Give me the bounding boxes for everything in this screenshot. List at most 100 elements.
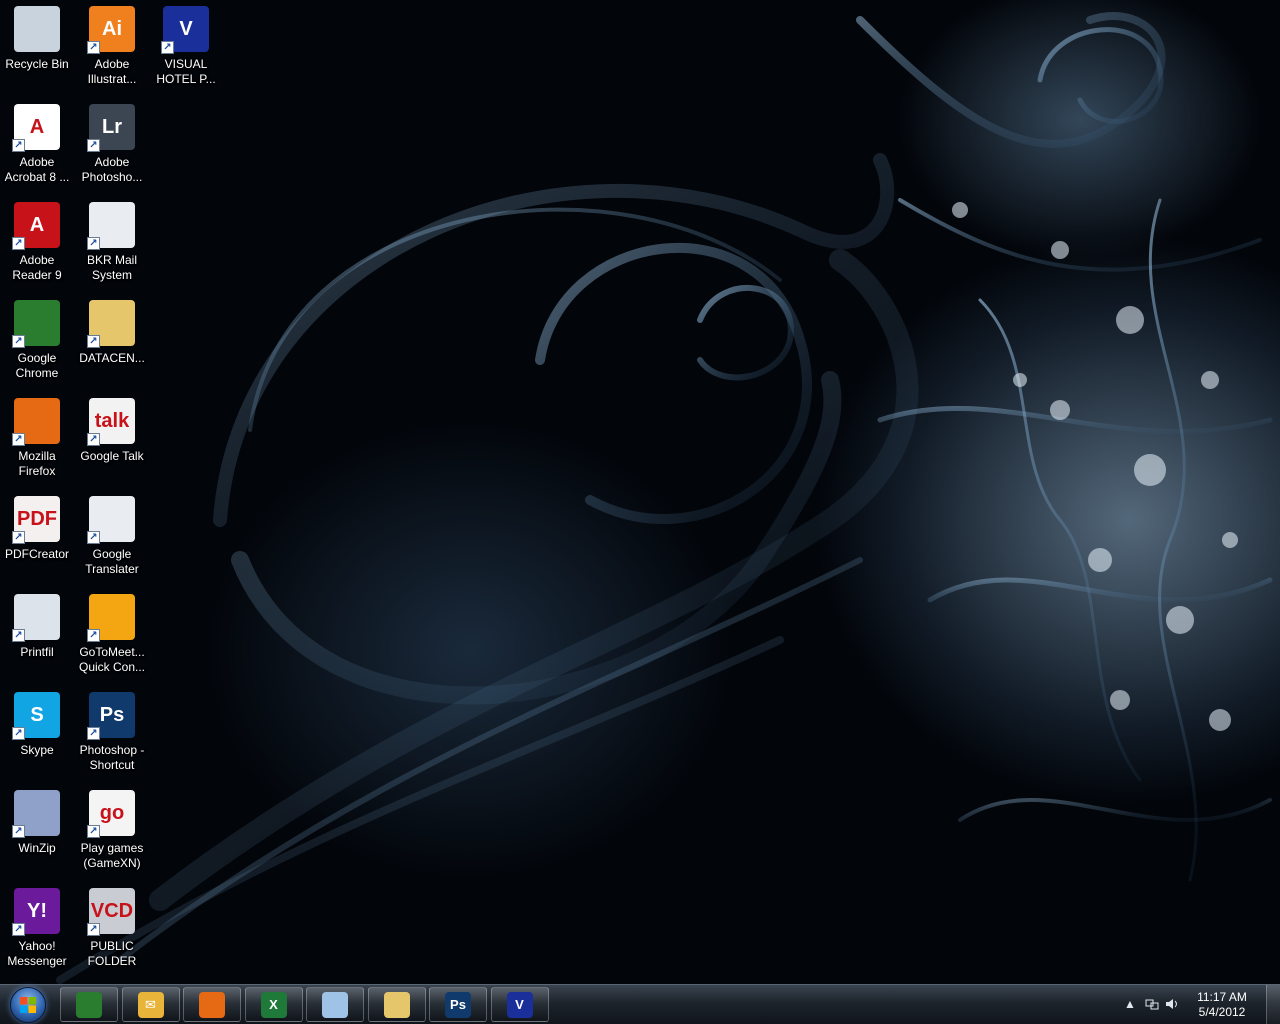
- desktop-icon[interactable]: go ↗ Play games (GameXN): [75, 786, 149, 880]
- show-desktop-button[interactable]: [1266, 985, 1280, 1024]
- adobe-illustrator-icon: Ai ↗: [87, 6, 135, 54]
- photoshop-icon: Ps ↗: [87, 692, 135, 740]
- desktop-icon-label: Mozilla Firefox: [18, 449, 56, 478]
- desktop-icon-label: Adobe Acrobat 8 ...: [4, 155, 70, 184]
- desktop-icon[interactable]: Lr ↗ Adobe Photosho...: [75, 100, 149, 194]
- desktop-icon[interactable]: PDF ↗ PDFCreator: [0, 492, 74, 586]
- desktop-icon-label: Adobe Reader 9: [12, 253, 62, 282]
- icon-glyph: Ai: [102, 17, 122, 40]
- icon-glyph: Y!: [27, 899, 47, 922]
- system-tray: ▲ 11:17 AM 5/4/2012: [1120, 985, 1280, 1024]
- desktop-icon-label: DATACEN...: [79, 351, 145, 365]
- desktop-icon-label: Google Translater: [85, 547, 139, 576]
- desktop-icon-label: WinZip: [18, 841, 56, 855]
- shortcut-arrow-icon: ↗: [87, 335, 100, 348]
- desktop-icon[interactable]: ↗ WinZip: [0, 786, 74, 880]
- taskbar-button[interactable]: X: [244, 987, 303, 1022]
- adobe-reader-icon: A ↗: [12, 202, 60, 250]
- shortcut-arrow-icon: ↗: [12, 531, 25, 544]
- desktop-icon-label: VISUAL HOTEL P...: [156, 57, 216, 86]
- show-hidden-icons-icon[interactable]: ▲: [1122, 997, 1138, 1013]
- desktop-icon[interactable]: Ps ↗ Photoshop - Shortcut: [75, 688, 149, 782]
- icon-glyph: talk: [94, 409, 130, 432]
- firefox-icon: ↗: [12, 398, 60, 446]
- shortcut-arrow-icon: ↗: [12, 825, 25, 838]
- google-chrome-icon: [76, 991, 102, 1018]
- adobe-lightroom-icon: Lr ↗: [87, 104, 135, 152]
- desktop-icon[interactable]: A ↗ Adobe Reader 9: [0, 198, 74, 292]
- visual-hotel-icon: V ↗: [161, 6, 209, 54]
- desktop-icon-label: PDFCreator: [4, 547, 69, 561]
- photoshop-icon: Ps: [445, 991, 471, 1018]
- desktop-icon-label: Printfil: [20, 645, 54, 659]
- desktop-icon-label: Adobe Photosho...: [81, 155, 143, 184]
- desktop-icon[interactable]: ↗ Google Translater: [75, 492, 149, 586]
- taskbar-glyph: Ps: [450, 997, 466, 1012]
- gotomeeting-icon: ↗: [87, 594, 135, 642]
- clock[interactable]: 11:17 AM 5/4/2012: [1188, 990, 1256, 1020]
- notepad-icon: [322, 991, 348, 1018]
- icon-glyph: go: [99, 801, 125, 824]
- shortcut-arrow-icon: ↗: [87, 825, 100, 838]
- shortcut-arrow-icon: ↗: [87, 727, 100, 740]
- shortcut-arrow-icon: ↗: [87, 923, 100, 936]
- shortcut-arrow-icon: ↗: [12, 139, 25, 152]
- desktop-icon[interactable]: talk ↗ Google Talk: [75, 394, 149, 488]
- taskbar-glyph: X: [269, 997, 278, 1012]
- volume-icon[interactable]: [1164, 997, 1180, 1013]
- desktop-icon[interactable]: ↗ Google Chrome: [0, 296, 74, 390]
- shortcut-arrow-icon: ↗: [87, 433, 100, 446]
- shortcut-arrow-icon: ↗: [12, 727, 25, 740]
- desktop-icon-label: Recycle Bin: [5, 57, 69, 71]
- desktop-icon-label: Yahoo! Messenger: [7, 939, 67, 968]
- desktop-icon-label: Skype: [20, 743, 54, 757]
- taskbar-button[interactable]: Ps: [429, 987, 487, 1022]
- taskbar-button[interactable]: ✉: [121, 987, 180, 1022]
- icon-glyph: V: [179, 17, 193, 40]
- shortcut-arrow-icon: ↗: [12, 237, 25, 250]
- desktop[interactable]: Recycle Bin Ai ↗ Adobe Illustrat... V ↗ VISUAL…: [0, 0, 1280, 1024]
- desktop-icon[interactable]: VCD ↗ PUBLIC FOLDER: [75, 884, 149, 978]
- desktop-icon[interactable]: ↗ GoToMeet... Quick Con...: [75, 590, 149, 684]
- desktop-icon-label: Photoshop - Shortcut: [79, 743, 145, 772]
- shortcut-arrow-icon: ↗: [87, 139, 100, 152]
- desktop-icon-label: Google Chrome: [15, 351, 59, 380]
- network-icon[interactable]: [1144, 997, 1160, 1013]
- clock-date: 5/4/2012: [1198, 1005, 1246, 1019]
- taskbar-button[interactable]: [183, 987, 241, 1022]
- desktop-icon-label: GoToMeet... Quick Con...: [78, 645, 146, 674]
- shortcut-arrow-icon: ↗: [87, 531, 100, 544]
- skype-icon: S ↗: [12, 692, 60, 740]
- desktop-icon[interactable]: ↗ Mozilla Firefox: [0, 394, 74, 488]
- shortcut-arrow-icon: ↗: [161, 41, 174, 54]
- desktop-icon[interactable]: Recycle Bin: [0, 2, 74, 96]
- desktop-icon[interactable]: ↗ DATACEN...: [75, 296, 149, 390]
- visual-hotel-icon: V: [506, 991, 533, 1018]
- desktop-icon[interactable]: ↗ BKR Mail System: [75, 198, 149, 292]
- taskbar-button[interactable]: V: [490, 987, 549, 1022]
- desktop-icon-label: Google Talk: [80, 449, 144, 463]
- excel-icon: X: [260, 991, 287, 1018]
- icon-glyph: A: [29, 213, 45, 236]
- taskbar-button[interactable]: [367, 987, 426, 1022]
- google-talk-icon: talk ↗: [87, 398, 135, 446]
- taskbar-glyph: V: [515, 997, 524, 1012]
- desktop-icon[interactable]: A ↗ Adobe Acrobat 8 ...: [0, 100, 74, 194]
- windows-logo-icon: [10, 987, 46, 1023]
- desktop-icon[interactable]: ↗ Printfil: [0, 590, 74, 684]
- taskbar-button[interactable]: [306, 987, 364, 1022]
- pdfcreator-icon: PDF ↗: [12, 496, 60, 544]
- clock-time: 11:17 AM: [1197, 990, 1247, 1004]
- desktop-icon[interactable]: V ↗ VISUAL HOTEL P...: [149, 2, 223, 96]
- outlook-icon: ✉: [137, 991, 164, 1018]
- desktop-icon[interactable]: Y! ↗ Yahoo! Messenger: [0, 884, 74, 978]
- windows-explorer-icon: [383, 991, 410, 1018]
- start-button[interactable]: [6, 987, 50, 1023]
- desktop-icon[interactable]: Ai ↗ Adobe Illustrat...: [75, 2, 149, 96]
- icon-glyph: PDF: [17, 507, 57, 530]
- shortcut-arrow-icon: ↗: [12, 923, 25, 936]
- desktop-icon[interactable]: S ↗ Skype: [0, 688, 74, 782]
- taskbar-button[interactable]: [60, 987, 118, 1022]
- shortcut-arrow-icon: ↗: [87, 629, 100, 642]
- icon-glyph: A: [29, 115, 45, 138]
